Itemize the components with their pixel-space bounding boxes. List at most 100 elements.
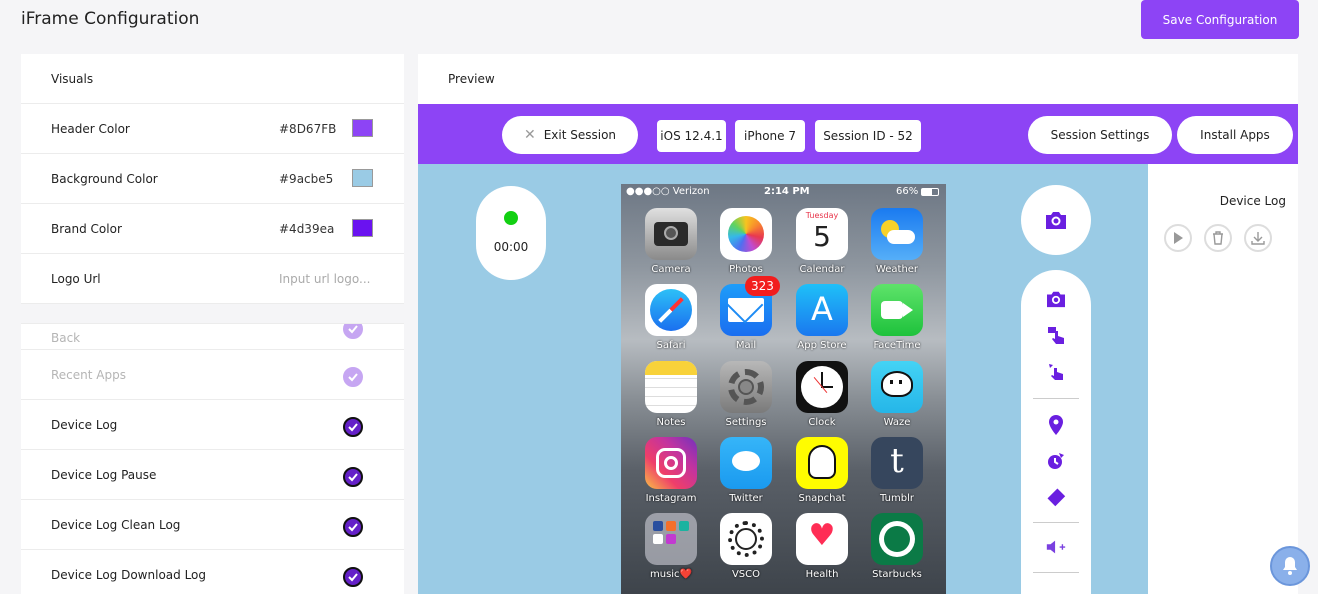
option-label: Back <box>51 331 81 345</box>
option-checkbox[interactable] <box>343 367 363 387</box>
home-app[interactable]: FaceTime <box>867 284 927 351</box>
device-toolbar <box>1021 270 1091 594</box>
brand-color-value[interactable]: #4d39ea <box>279 222 334 236</box>
toolbar-divider <box>1033 398 1079 399</box>
starbucks-app-icon <box>871 513 923 565</box>
home-app[interactable]: Waze <box>867 361 927 428</box>
home-app[interactable]: Photos <box>716 208 776 275</box>
home-app[interactable]: Weather <box>867 208 927 275</box>
brand-color-swatch[interactable] <box>352 219 373 237</box>
location-tool[interactable] <box>1045 414 1067 436</box>
device-log-title: Device Log <box>1219 194 1286 208</box>
header-color-swatch[interactable] <box>352 119 373 137</box>
touch-icon <box>1048 327 1064 344</box>
option-row: Device Log Pause <box>21 450 404 500</box>
brand-color-label: Brand Color <box>51 221 122 236</box>
home-app[interactable]: Tuesday 5 Calendar <box>792 208 852 275</box>
option-checkbox[interactable] <box>343 567 363 587</box>
camera-icon <box>1047 291 1065 308</box>
install-apps-button[interactable]: Install Apps <box>1177 116 1293 154</box>
log-download-button[interactable] <box>1244 224 1272 252</box>
calendar-date-text: 5 <box>813 220 831 253</box>
swipe-tool[interactable] <box>1045 360 1067 382</box>
settings-panel: Visuals Header Color #8D67FB Background … <box>21 54 404 594</box>
facetime-app-icon <box>871 284 923 336</box>
screenshot-button[interactable] <box>1021 185 1091 255</box>
os-version-tag: iOS 12.4.1 <box>657 120 726 152</box>
option-row: Back <box>21 324 404 350</box>
recording-indicator-icon <box>504 211 518 225</box>
app-label: FaceTime <box>873 340 921 351</box>
app-label: Twitter <box>729 493 763 504</box>
session-settings-button[interactable]: Session Settings <box>1028 116 1172 154</box>
log-play-button[interactable] <box>1164 224 1192 252</box>
background-color-swatch[interactable] <box>352 169 373 187</box>
app-label: Instagram <box>645 493 697 504</box>
volume-up-tool[interactable] <box>1045 536 1067 558</box>
volume-up-icon <box>1046 540 1066 554</box>
home-app[interactable]: Settings <box>716 361 776 428</box>
clock-refresh-icon <box>1048 453 1064 469</box>
visuals-title: Visuals <box>51 71 94 86</box>
options-list: Back Recent Apps Device Log Device Log Paus… <box>21 324 404 594</box>
camera-icon <box>1046 212 1066 229</box>
log-clear-button[interactable] <box>1204 224 1232 252</box>
home-app[interactable]: Snapchat <box>792 437 852 504</box>
rotate-tool[interactable] <box>1045 486 1067 508</box>
device-stage: 00:00 ●●●○○ Verizon 2:14 PM 66% 323 Came… <box>418 164 1148 594</box>
tumblr-app-icon: t <box>871 437 923 489</box>
photos-app-icon <box>720 208 772 260</box>
home-app[interactable]: Clock <box>792 361 852 428</box>
timer-tool[interactable] <box>1045 450 1067 472</box>
option-checkbox[interactable] <box>343 467 363 487</box>
option-checkbox[interactable] <box>343 517 363 537</box>
home-app[interactable]: Notes <box>641 361 701 428</box>
bell-icon <box>1283 557 1297 575</box>
screenshot-tool[interactable] <box>1045 288 1067 310</box>
home-app[interactable]: VSCO <box>716 513 776 580</box>
background-color-value[interactable]: #9acbe5 <box>279 172 333 186</box>
app-label: Waze <box>883 417 911 428</box>
visuals-section-header: Visuals <box>21 54 404 104</box>
app-label: VSCO <box>731 569 761 580</box>
rotate-icon <box>1047 488 1066 507</box>
home-app[interactable]: t Tumblr <box>867 437 927 504</box>
option-checkbox[interactable] <box>343 417 363 437</box>
header-color-value[interactable]: #8D67FB <box>279 122 336 136</box>
home-app[interactable]: Instagram <box>641 437 701 504</box>
battery-text: 66% <box>896 186 919 197</box>
background-color-row: Background Color #9acbe5 <box>21 154 404 204</box>
home-app[interactable]: Twitter <box>716 437 776 504</box>
clock-app-icon <box>796 361 848 413</box>
device-screen[interactable]: ●●●○○ Verizon 2:14 PM 66% 323 Camera Phot… <box>621 184 946 594</box>
logo-url-input[interactable]: Input url logo... <box>279 272 370 286</box>
device-tag: iPhone 7 <box>735 120 805 152</box>
app-label: Health <box>805 569 839 580</box>
app-label: Safari <box>656 340 686 351</box>
check-icon <box>348 423 358 432</box>
tap-tool[interactable] <box>1045 324 1067 346</box>
option-row: Device Log Clean Log <box>21 500 404 550</box>
app-label: Snapchat <box>798 493 846 504</box>
notification-bell-button[interactable] <box>1270 546 1310 586</box>
home-app[interactable]: Camera <box>641 208 701 275</box>
save-configuration-button[interactable]: Save Configuration <box>1141 0 1299 39</box>
home-app[interactable]: A App Store <box>792 284 852 351</box>
trash-icon <box>1213 231 1223 245</box>
check-icon <box>348 573 358 582</box>
exit-session-button[interactable]: ✕ Exit Session <box>502 116 638 154</box>
app-label: Notes <box>656 417 686 428</box>
home-app[interactable]: ♥ Health <box>792 513 852 580</box>
app-label: Calendar <box>799 264 845 275</box>
home-app[interactable]: Safari <box>641 284 701 351</box>
home-app[interactable]: music❤️ <box>641 513 701 580</box>
waze-app-icon <box>871 361 923 413</box>
option-checkbox[interactable] <box>343 324 363 339</box>
music-folder-icon <box>645 513 697 565</box>
app-label: Starbucks <box>872 569 922 580</box>
calendar-app-icon: Tuesday 5 <box>796 208 848 260</box>
app-label: Clock <box>808 417 836 428</box>
settings-app-icon <box>720 361 772 413</box>
app-store-app-icon: A <box>796 284 848 336</box>
home-app[interactable]: Starbucks <box>867 513 927 580</box>
